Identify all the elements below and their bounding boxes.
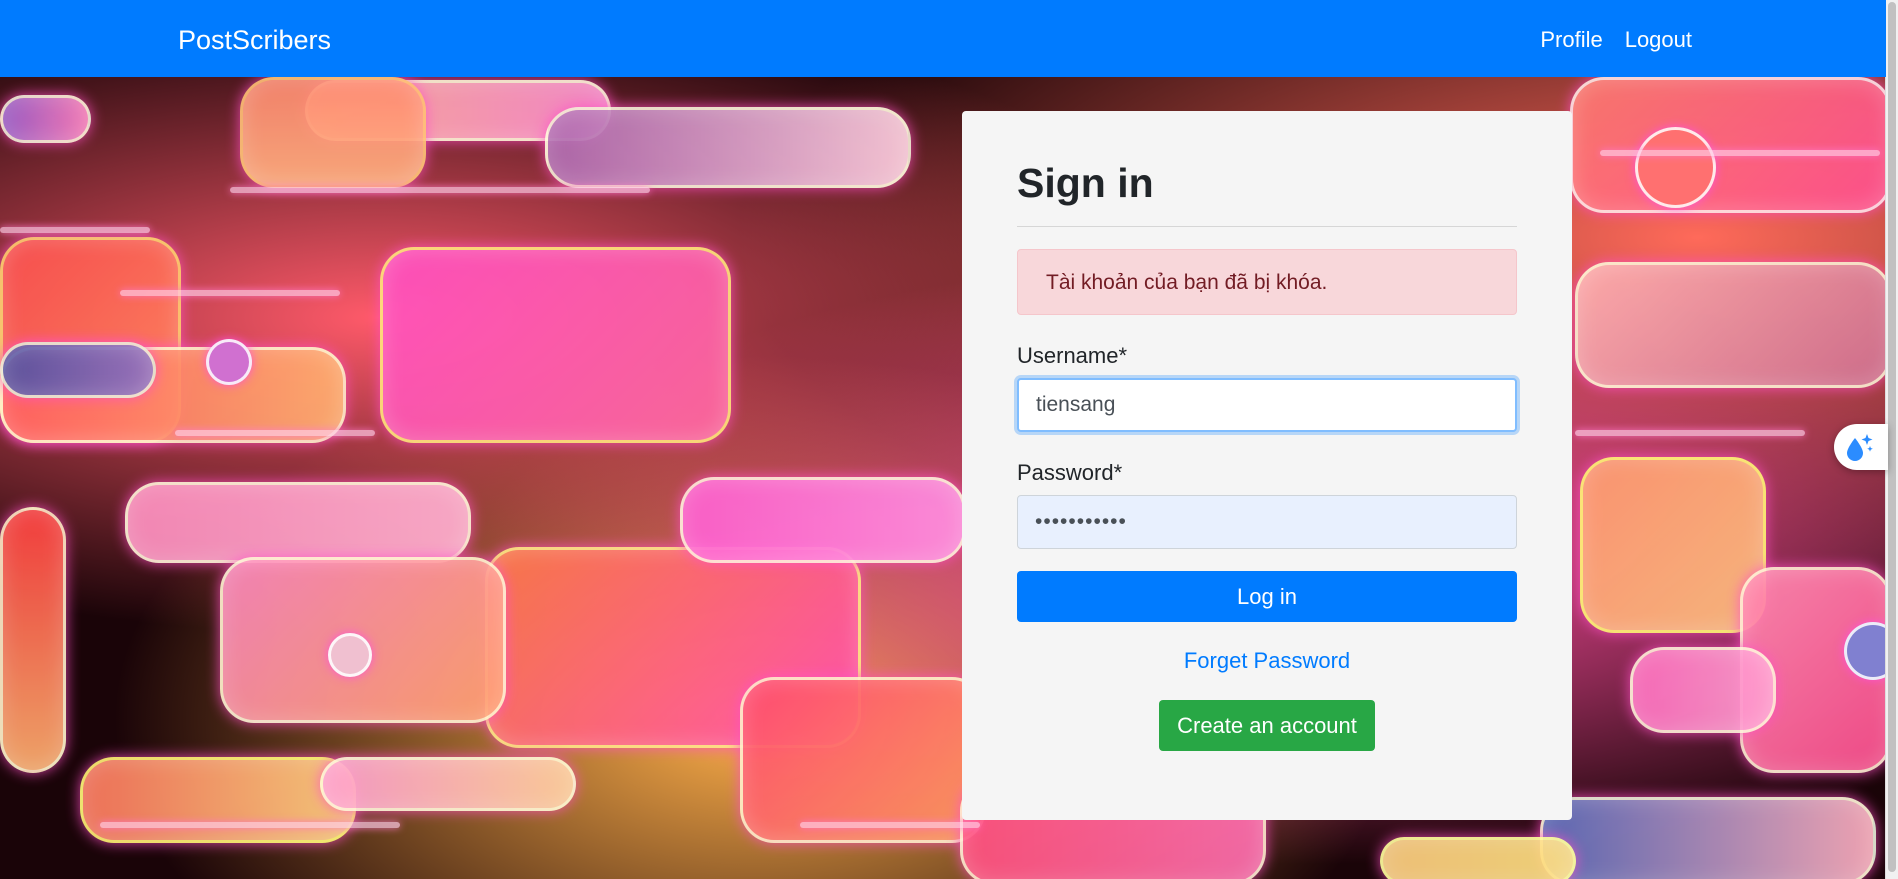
extension-widget[interactable] (1834, 424, 1888, 470)
nav-link-logout[interactable]: Logout (1625, 27, 1692, 53)
water-drop-sparkle-icon (1847, 434, 1873, 461)
page-title: Sign in (1017, 159, 1517, 228)
create-account-button[interactable]: Create an account (1159, 700, 1375, 752)
top-navbar: PostScribers Profile Logout (0, 0, 1886, 77)
forget-password-link[interactable]: Forget Password (1017, 648, 1517, 674)
scrollbar-thumb[interactable] (1888, 2, 1896, 872)
nav-link-profile[interactable]: Profile (1540, 27, 1602, 53)
signin-card: Sign in Tài khoản của bạn đã bị khóa. Us… (962, 111, 1572, 820)
brand-link[interactable]: PostScribers (178, 25, 331, 56)
nav-links: Profile Logout (1540, 27, 1692, 53)
password-label: Password* (1017, 460, 1123, 486)
password-input[interactable] (1017, 495, 1517, 550)
error-alert: Tài khoản của bạn đã bị khóa. (1017, 249, 1517, 316)
background-image (0, 77, 1886, 879)
username-input[interactable] (1017, 378, 1517, 433)
create-account-wrapper: Create an account (1017, 700, 1517, 752)
login-button[interactable]: Log in (1017, 571, 1517, 623)
username-label: Username* (1017, 343, 1128, 369)
